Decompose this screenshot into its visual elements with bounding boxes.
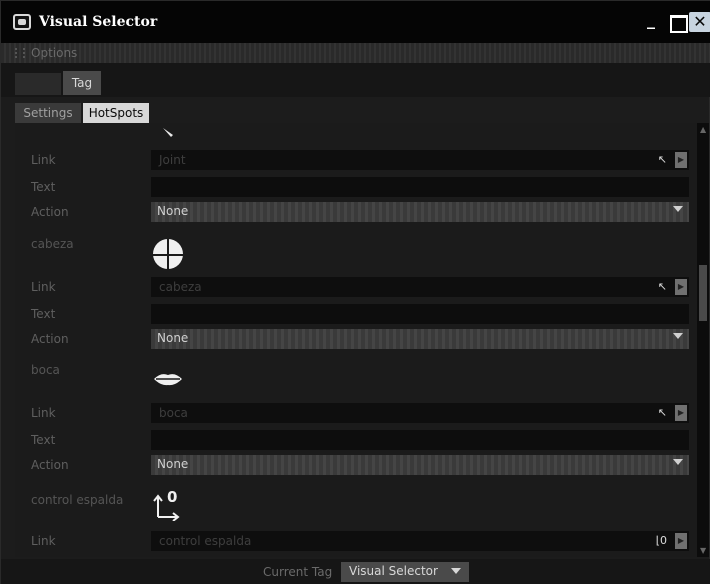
current-tag-value: Visual Selector [349, 564, 438, 578]
link-value: control espalda [159, 534, 252, 548]
action-dropdown[interactable]: None [151, 202, 689, 222]
current-tag-label: Current Tag [263, 565, 333, 579]
text-field[interactable] [151, 430, 689, 450]
pick-arrow-icon[interactable]: ↖ [658, 280, 667, 293]
vertical-scrollbar[interactable]: ▲ ▼ [697, 123, 709, 557]
chevron-down-icon [673, 333, 683, 339]
tab-row: Tag [1, 63, 710, 97]
svg-text:0: 0 [167, 488, 177, 506]
chevron-down-icon [673, 459, 683, 465]
action-value: None [157, 457, 189, 471]
close-button[interactable]: ✕ [689, 12, 710, 32]
maximize-button[interactable] [667, 13, 688, 33]
arrow-glyph-icon [163, 128, 173, 137]
footer-bar: Current Tag Visual Selector [1, 559, 710, 584]
text-label: Text [31, 180, 56, 194]
visual-selector-window: Visual Selector _ ✕ Options Tag Settings… [0, 0, 710, 584]
scroll-thumb[interactable] [699, 265, 707, 321]
action-label: Action [31, 332, 69, 346]
pick-arrow-icon[interactable]: ↖ [658, 153, 667, 166]
chevron-down-icon [673, 206, 683, 212]
minimize-button[interactable]: _ [641, 12, 661, 31]
chevron-down-icon [451, 568, 461, 574]
link-label: Link [31, 280, 56, 294]
app-icon [13, 14, 31, 30]
sphere-glyph-icon[interactable] [151, 237, 185, 271]
action-value: None [157, 331, 189, 345]
hotspots-panel: Link Joint ↖ ▶ Text Action None cabeza L… [15, 123, 697, 557]
axis-pick-icon[interactable]: ⌊0 [656, 534, 667, 547]
link-field[interactable]: control espalda ⌊0 ▶ [151, 531, 689, 551]
link-value: Joint [159, 153, 186, 167]
link-label: Link [31, 153, 56, 167]
grip-icon [15, 48, 25, 58]
action-dropdown[interactable]: None [151, 329, 689, 349]
scroll-up-icon[interactable]: ▲ [700, 125, 706, 134]
pick-arrow-icon[interactable]: ↖ [658, 406, 667, 419]
action-label: Action [31, 205, 69, 219]
hotspot-name: boca [31, 363, 60, 377]
tab-hotspots[interactable]: HotSpots [83, 103, 149, 123]
tab-settings[interactable]: Settings [15, 103, 81, 123]
link-value: boca [159, 406, 188, 420]
text-label: Text [31, 307, 56, 321]
scroll-down-icon[interactable]: ▼ [700, 546, 706, 555]
hotspot-name: control espalda [31, 493, 124, 507]
current-tag-select[interactable]: Visual Selector [341, 562, 469, 582]
link-field[interactable]: Joint ↖ ▶ [151, 150, 689, 170]
text-field[interactable] [151, 177, 689, 197]
hotspot-name: cabeza [31, 237, 74, 251]
link-field[interactable]: cabeza ↖ ▶ [151, 277, 689, 297]
lips-glyph-icon[interactable] [153, 371, 183, 387]
link-expand-button[interactable]: ▶ [675, 533, 687, 549]
action-value: None [157, 204, 189, 218]
link-label: Link [31, 406, 56, 420]
link-field[interactable]: boca ↖ ▶ [151, 403, 689, 423]
link-value: cabeza [159, 280, 202, 294]
action-dropdown[interactable]: None [151, 455, 689, 475]
text-field[interactable] [151, 304, 689, 324]
title-bar: Visual Selector _ ✕ [1, 1, 710, 43]
tab-tag[interactable]: Tag [63, 71, 101, 95]
action-label: Action [31, 458, 69, 472]
tab-unlabeled[interactable] [15, 73, 61, 95]
link-expand-button[interactable]: ▶ [675, 152, 687, 168]
menu-bar: Options [1, 43, 710, 63]
text-label: Text [31, 433, 56, 447]
link-expand-button[interactable]: ▶ [675, 405, 687, 421]
link-expand-button[interactable]: ▶ [675, 279, 687, 295]
window-title: Visual Selector [39, 14, 158, 30]
menu-options[interactable]: Options [31, 46, 77, 60]
axis-glyph-icon[interactable]: 0 [153, 487, 187, 521]
link-label: Link [31, 534, 56, 548]
